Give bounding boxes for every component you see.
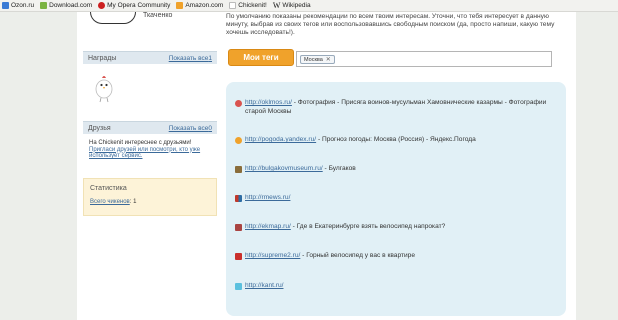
- site-favicon-icon: [235, 100, 242, 107]
- recommendation-link[interactable]: http://bulgakovmuseum.ru/: [245, 165, 323, 172]
- recommendation-item: http://oklmos.ru/ - Фотография - Присяга…: [235, 99, 555, 116]
- bookmark-ozon[interactable]: Ozon.ru: [2, 2, 34, 9]
- username: Ткаченко: [143, 12, 173, 19]
- bookmark-label: Chickenit!: [238, 2, 267, 9]
- friends-count: 0: [208, 124, 212, 132]
- wikipedia-favicon-icon: W: [272, 1, 281, 10]
- recommendation-text-wrap: http://kant.ru/: [245, 282, 283, 291]
- recommendation-text-wrap: http://supreme2.ru/ - Горный велосипед у…: [245, 252, 415, 261]
- awards-show-all-link[interactable]: Показать все: [169, 55, 209, 62]
- opera-favicon-icon: [98, 2, 106, 9]
- stats-title: Статистика: [90, 185, 127, 192]
- recommendation-title: - Булгаков: [322, 165, 356, 172]
- recommendation-item: http://supreme2.ru/ - Горный велосипед у…: [235, 252, 555, 261]
- bookmark-label: Amazon.com: [185, 2, 224, 9]
- friends-panel: Друзья Показать все0: [83, 121, 217, 134]
- bookmarks-bar: Ozon.ru Download.com My Opera Community …: [0, 0, 618, 12]
- recommendation-text-wrap: http://oklmos.ru/ - Фотография - Присяга…: [245, 99, 555, 116]
- recommendation-link[interactable]: http://ekmap.ru/: [245, 223, 291, 230]
- recommendation-text-wrap: http://bulgakovmuseum.ru/ - Булгаков: [245, 165, 356, 174]
- download-favicon-icon: [40, 2, 48, 9]
- site-favicon-icon: [235, 224, 242, 231]
- site-favicon-icon: [235, 195, 242, 202]
- recommendation-link[interactable]: http://rmews.ru/: [245, 194, 290, 201]
- stats-line: Всего чикенов: 1: [90, 199, 136, 205]
- awards-panel: Награды Показать все1: [83, 51, 217, 64]
- awards-show-all[interactable]: Показать все1: [169, 55, 212, 62]
- friends-panel-header: Друзья Показать все0: [83, 121, 217, 134]
- bookmark-label: Ozon.ru: [11, 2, 35, 9]
- page-favicon-icon: [229, 2, 237, 9]
- bookmark-my-opera[interactable]: My Opera Community: [98, 2, 170, 9]
- my-tags-button[interactable]: Мои теги: [228, 49, 294, 66]
- friends-show-all-link[interactable]: Показать все: [169, 125, 209, 132]
- bookmark-wikipedia[interactable]: W Wikipedia: [273, 1, 311, 10]
- bookmark-chickenit[interactable]: Chickenit!: [229, 2, 267, 9]
- recommendation-link[interactable]: http://pogoda.yandex.ru/: [245, 136, 316, 143]
- bookmark-label: Download.com: [49, 2, 93, 9]
- recommendation-link[interactable]: http://oklmos.ru/: [245, 99, 292, 106]
- recommendation-item: http://rmews.ru/: [235, 194, 555, 203]
- bookmark-download[interactable]: Download.com: [40, 2, 92, 9]
- awards-title: Награды: [88, 54, 117, 62]
- bookmark-label: My Opera Community: [107, 2, 171, 9]
- intro-text: По умолчанию показаны рекомендации по вс…: [226, 13, 555, 36]
- site-favicon-icon: [235, 283, 242, 290]
- recommendation-item: http://ekmap.ru/ - Где в Екатеринбурге в…: [235, 223, 555, 232]
- recommendation-title: - Прогноз погоды: Москва (Россия) - Янде…: [316, 136, 476, 143]
- site-favicon-icon: [235, 166, 242, 173]
- total-chickens-value: : 1: [129, 199, 137, 205]
- recommendation-item: http://kant.ru/: [235, 282, 555, 291]
- recommendation-title: - Где в Екатеринбурге взять велосипед на…: [290, 223, 446, 230]
- recommendation-item: http://bulgakovmuseum.ru/ - Булгаков: [235, 165, 555, 174]
- ozon-favicon-icon: [2, 2, 9, 9]
- awards-count: 1: [208, 54, 212, 62]
- tag-search-input[interactable]: Москва ✕: [296, 51, 552, 67]
- avatar: [90, 12, 136, 24]
- recommendation-text-wrap: http://ekmap.ru/ - Где в Екатеринбурге в…: [245, 223, 445, 232]
- amazon-favicon-icon: [176, 2, 184, 9]
- recommendation-link[interactable]: http://kant.ru/: [245, 282, 283, 289]
- site-favicon-icon: [235, 137, 242, 144]
- invite-friends-link[interactable]: Пригласи друзей или посмотри, кто уже ис…: [89, 147, 213, 160]
- tag-remove-icon[interactable]: ✕: [326, 56, 331, 64]
- chicken-award-icon: [95, 76, 113, 103]
- friends-show-all[interactable]: Показать все0: [169, 125, 212, 132]
- tag-chip[interactable]: Москва ✕: [300, 55, 335, 64]
- tag-chip-label: Москва: [304, 56, 323, 63]
- total-chickens-link[interactable]: Всего чикенов: [90, 199, 130, 205]
- recommendation-text-wrap: http://rmews.ru/: [245, 194, 290, 203]
- friends-title: Друзья: [88, 124, 111, 132]
- recommendation-item: http://pogoda.yandex.ru/ - Прогноз погод…: [235, 136, 555, 145]
- friends-invite-text: На Chickenit интереснее с друзьями! Приг…: [89, 140, 213, 160]
- awards-panel-header: Награды Показать все1: [83, 51, 217, 64]
- bookmark-amazon[interactable]: Amazon.com: [176, 2, 223, 9]
- recommendation-title: - Горный велосипед у вас в квартире: [300, 252, 416, 259]
- recommendation-text-wrap: http://pogoda.yandex.ru/ - Прогноз погод…: [245, 136, 476, 145]
- stats-panel: Статистика Всего чикенов: 1: [83, 178, 217, 216]
- recommendation-link[interactable]: http://supreme2.ru/: [245, 252, 300, 259]
- site-favicon-icon: [235, 253, 242, 260]
- bookmark-label: Wikipedia: [282, 2, 311, 9]
